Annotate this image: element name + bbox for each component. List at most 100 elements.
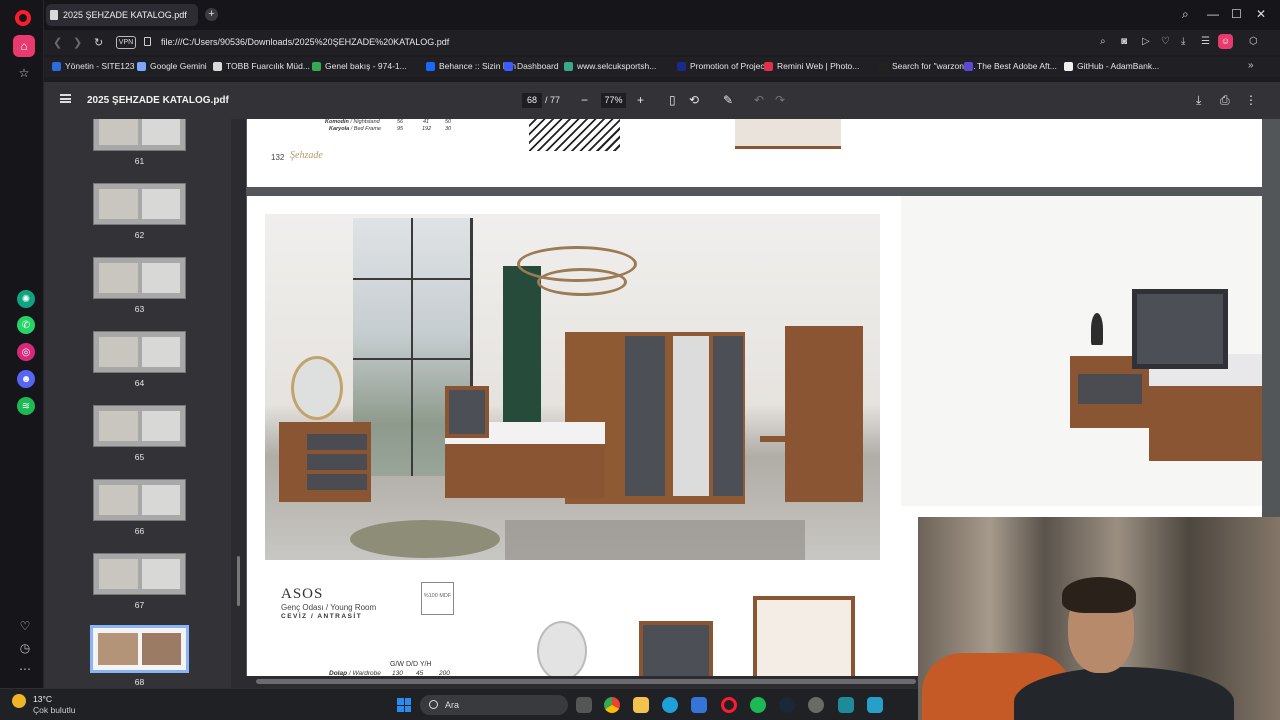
close-button[interactable]: ✕ (1256, 7, 1266, 21)
more-dots-icon[interactable]: ⋯ (16, 660, 34, 678)
bookmark-item[interactable]: Behance :: Sizin İçin (426, 61, 516, 71)
more-options-icon[interactable]: ⋮ (1245, 93, 1257, 107)
reload-icon[interactable]: ↻ (94, 36, 103, 49)
heart-icon[interactable]: ♡ (1161, 36, 1170, 47)
zoom-in-icon[interactable]: + (637, 93, 644, 107)
bookmark-item[interactable]: GitHub - AdamBank... (1064, 61, 1159, 71)
page-thumbnail[interactable] (93, 553, 186, 595)
scroll-thumb[interactable] (237, 556, 240, 606)
extensions-cube-icon[interactable]: ⬡ (1249, 36, 1258, 47)
thumbnail-page-label: 66 (134, 526, 145, 536)
page-thumbnail[interactable] (93, 479, 186, 521)
easy-setup-icon[interactable]: ☰ (1201, 36, 1210, 47)
download-icon[interactable]: ⤓ (1181, 36, 1185, 47)
zoom-out-icon[interactable]: − (581, 93, 588, 107)
bookmark-item[interactable]: Google Gemini (137, 61, 207, 71)
page-thumbnail[interactable] (93, 257, 186, 299)
chatgpt-icon[interactable]: ✺ (17, 290, 35, 308)
camera-icon[interactable]: ◙ (1121, 36, 1127, 47)
steam-icon[interactable] (779, 697, 795, 713)
edge-icon[interactable] (662, 697, 678, 713)
bookmark-item[interactable]: Genel bakış - 974-1... (312, 61, 407, 71)
page-thumbnail[interactable] (93, 405, 186, 447)
maximize-button[interactable]: ☐ (1231, 7, 1242, 21)
spotify-icon[interactable] (750, 697, 766, 713)
undo-icon[interactable]: ↶ (754, 93, 764, 107)
zoom-search-icon[interactable]: ⌕ (1100, 36, 1106, 47)
opera-logo-icon[interactable] (15, 10, 31, 26)
history-clock-icon[interactable]: ◷ (16, 639, 34, 657)
home-icon[interactable]: ⌂ (13, 35, 35, 57)
taskbar-search[interactable]: Ara (420, 695, 568, 715)
horizontal-scrollbar[interactable] (246, 676, 918, 688)
page-number-input[interactable]: 68 (522, 93, 542, 108)
back-icon[interactable]: ❮ (53, 36, 62, 49)
instagram-icon[interactable]: ◎ (17, 343, 35, 361)
whatsapp-icon[interactable]: ✆ (17, 316, 35, 334)
spec-value: 192 (422, 126, 432, 132)
mirror-image (537, 621, 587, 681)
pdf-toolbar: 2025 ŞEHZADE KATALOG.pdf 68 / 77 − 77% +… (44, 82, 1280, 119)
tab-pdf[interactable]: 2025 ŞEHZADE KATALOG.pdf (46, 4, 198, 26)
discord-icon[interactable]: ☻ (17, 370, 35, 388)
pdf-title: 2025 ŞEHZADE KATALOG.pdf (87, 95, 229, 106)
page-thumbnail[interactable] (93, 119, 186, 151)
ceiling-lamp-image (537, 268, 627, 296)
scroll-thumb[interactable] (256, 679, 916, 684)
fit-page-icon[interactable]: ▯ (669, 93, 676, 107)
download-icon[interactable]: ⤓ (1196, 93, 1201, 107)
pdf-page-prev: Komodin / Nightstand 56 41 50 Karyola / … (247, 119, 1262, 187)
bookmark-item[interactable]: Dashboard (504, 61, 559, 71)
print-icon[interactable]: ⎙ (1220, 93, 1230, 107)
minimize-button[interactable]: — (1207, 7, 1219, 21)
new-tab-button[interactable]: + (205, 8, 218, 21)
bookmark-item[interactable]: www.selcuksportsh... (564, 61, 656, 71)
address-bar: ❮ ❯ ↻ VPN file:///C:/Users/90536/Downloa… (44, 30, 1280, 55)
bookmark-item[interactable]: TOBB Fuarcılık Müd... (213, 61, 310, 71)
mail-icon[interactable] (691, 697, 707, 713)
weather-description[interactable]: Çok bulutlu (33, 705, 76, 715)
bookmark-favicon-icon (312, 61, 321, 71)
heart-icon[interactable]: ♡ (16, 617, 34, 635)
bookmarks-overflow-icon[interactable]: » (1248, 60, 1254, 71)
task-view-icon[interactable] (576, 697, 592, 713)
annotate-icon[interactable]: ✎ (723, 93, 733, 107)
notepad-icon[interactable] (867, 697, 883, 713)
url-field[interactable]: file:///C:/Users/90536/Downloads/2025%20… (161, 37, 449, 47)
bookmark-item[interactable]: Promotion of Projec... (677, 61, 772, 71)
weather-icon[interactable] (12, 694, 26, 708)
bookmarks-star-icon[interactable]: ☆ (13, 62, 35, 84)
bookmark-item[interactable]: Remini Web | Photo... (764, 61, 859, 71)
redo-icon[interactable]: ↷ (775, 93, 785, 107)
app-icon[interactable] (808, 697, 824, 713)
sidebar-scrollbar[interactable] (231, 119, 246, 688)
opera-icon[interactable] (721, 697, 737, 713)
headboard-image (1132, 289, 1228, 369)
profile-icon[interactable]: ☺ (1218, 34, 1233, 49)
vpn-badge[interactable]: VPN (116, 36, 136, 49)
file-explorer-icon[interactable] (633, 697, 649, 713)
bookmark-item[interactable]: Yönetin - SITE123 (52, 61, 134, 71)
menu-icon[interactable] (60, 94, 71, 103)
bookmark-favicon-icon (879, 61, 888, 71)
weather-temperature[interactable]: 13°C (33, 694, 52, 704)
document-icon (50, 10, 58, 20)
page-thumbnail[interactable] (90, 625, 189, 673)
page-thumbnail[interactable] (93, 331, 186, 373)
zoom-level-input[interactable]: 77% (601, 93, 626, 108)
bookmark-item[interactable]: Search for "warzone... (879, 61, 976, 71)
bookmark-item[interactable]: The Best Adobe Aft... (964, 61, 1057, 71)
thumbnail-sidebar[interactable]: 61 62 63 64 65 66 67 68 (44, 119, 231, 688)
wardrobe-interior-image (753, 596, 855, 681)
collection-title: ASOS (281, 586, 324, 602)
tab-search-icon[interactable]: ⌕ (1182, 7, 1189, 22)
page-thumbnail[interactable] (93, 183, 186, 225)
windows-start-icon[interactable] (397, 698, 411, 712)
chrome-icon[interactable] (604, 697, 620, 713)
spotify-icon[interactable]: ≋ (17, 397, 35, 415)
rotate-icon[interactable]: ⟲ (689, 93, 699, 107)
player-icon[interactable]: ▷ (1142, 36, 1150, 47)
forward-icon[interactable]: ❯ (73, 36, 82, 49)
calculator-icon[interactable] (838, 697, 854, 713)
plant-image (1091, 313, 1103, 345)
